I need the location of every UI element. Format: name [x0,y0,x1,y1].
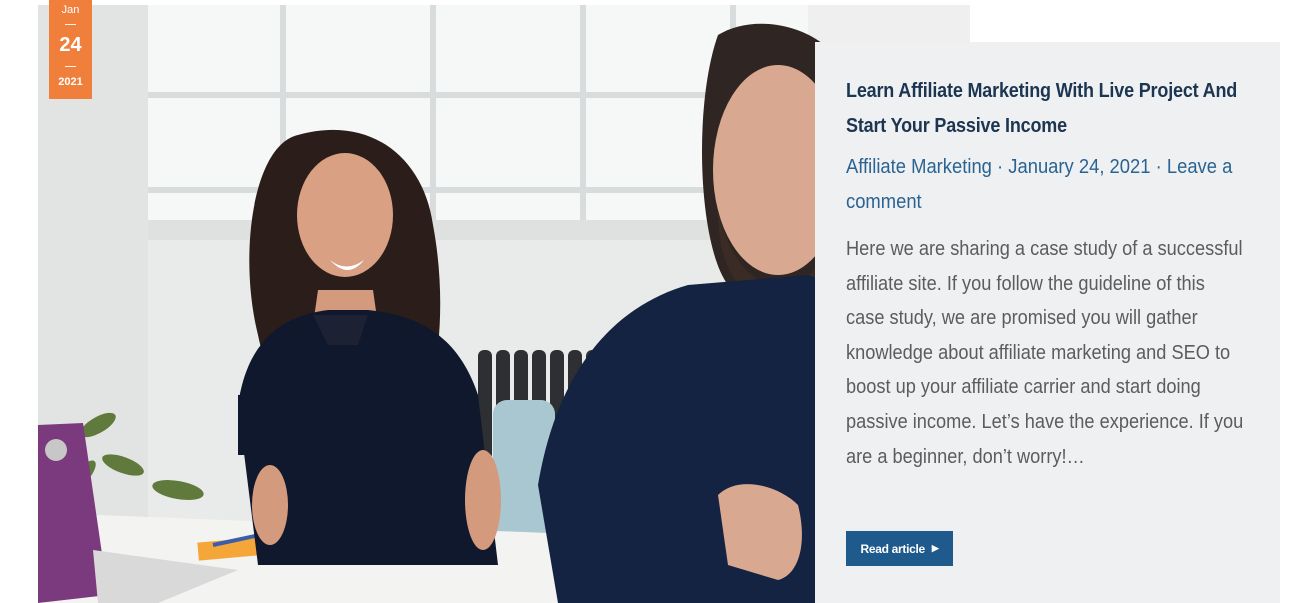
read-article-label: Read article [860,541,925,556]
post-excerpt: Here we are sharing a case study of a su… [846,238,1244,468]
meta-separator: · [1155,156,1162,178]
meta-separator: · [997,156,1004,178]
post-summary-panel: Learn Affiliate Marketing With Live Proj… [815,42,1280,603]
post-date-badge: Jan 24 2021 [49,0,92,99]
blog-post-card: Jan 24 2021 Learn Affiliate Marketing Wi… [0,0,1303,603]
badge-divider [65,66,76,67]
post-meta: Affiliate Marketing · January 24, 2021 ·… [846,150,1242,220]
badge-month: Jan [61,4,80,16]
badge-divider [65,24,76,25]
badge-year: 2021 [58,76,83,88]
post-date-link[interactable]: January 24, 2021 [1008,156,1150,178]
post-title[interactable]: Learn Affiliate Marketing With Live Proj… [846,74,1256,144]
badge-day: 24 [59,34,82,56]
read-article-button[interactable]: Read article ▶ [846,531,953,566]
caret-right-icon: ▶ [931,543,939,553]
post-category-link[interactable]: Affiliate Marketing [846,156,992,178]
